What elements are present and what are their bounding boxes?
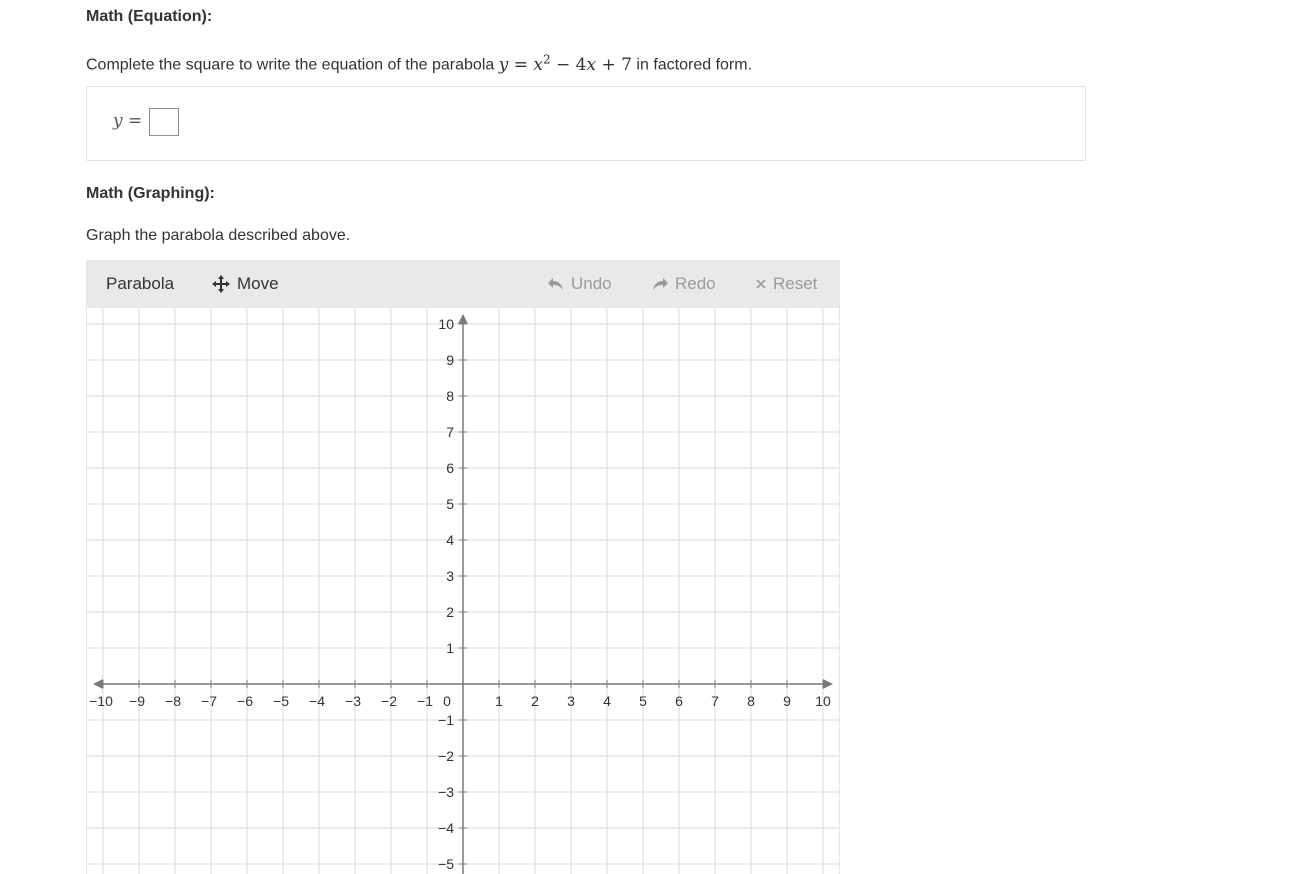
y-tick-label: 10: [438, 316, 454, 332]
x-tick-label: 7: [711, 693, 719, 709]
x-tick-label: −1: [417, 693, 433, 709]
y-tick-label: 1: [446, 640, 454, 656]
move-tool-button[interactable]: Move: [211, 274, 279, 294]
x-tick-label: 2: [531, 693, 539, 709]
x-tick-label: 6: [675, 693, 683, 709]
graph-toolbar: Parabola Move Undo Redo Reset: [87, 260, 839, 308]
redo-label: Redo: [675, 274, 716, 293]
y-tick-label: −2: [438, 748, 454, 764]
x-tick-label: 1: [495, 693, 503, 709]
x-tick-label: 0: [443, 693, 451, 709]
close-x-icon: [755, 278, 767, 290]
coordinate-plane[interactable]: −10 −9 −8 −7 −6 −5 −4 −3 −2 −1 0 1 2 3 4 5 6 7 8 9 101098765…: [87, 308, 839, 874]
graphing-widget: Parabola Move Undo Redo Reset −10 −9 −8 …: [86, 260, 840, 874]
move-tool-label: Move: [237, 274, 279, 293]
y-tick-label: 6: [446, 460, 454, 476]
x-tick-label: 8: [747, 693, 755, 709]
parabola-tool-label: Parabola: [106, 274, 175, 293]
undo-arrow-icon: [547, 277, 565, 291]
reset-button[interactable]: Reset: [755, 274, 817, 294]
y-tick-label: 8: [446, 388, 454, 404]
move-arrows-icon: [211, 274, 231, 294]
y-tick-label: −1: [438, 712, 454, 728]
x-tick-label: −5: [273, 693, 289, 709]
x-axis-right-arrow: [823, 679, 833, 689]
x-axis-left-arrow: [93, 679, 103, 689]
prompt-text-after: in factored form.: [631, 56, 753, 74]
answer-input[interactable]: [149, 108, 179, 136]
y-tick-label: 5: [446, 496, 454, 512]
y-tick-label: −3: [438, 784, 454, 800]
x-tick-label: −9: [129, 693, 145, 709]
equation-heading: Math (Equation):: [86, 8, 213, 25]
x-tick-label: −4: [309, 693, 325, 709]
y-tick-label: 3: [446, 568, 454, 584]
parabola-tool-button[interactable]: Parabola: [106, 274, 174, 294]
y-tick-label: −4: [438, 820, 454, 836]
x-tick-label: −10: [89, 693, 113, 709]
graphing-prompt: Graph the parabola described above.: [86, 227, 351, 244]
x-tick-label: 9: [783, 693, 791, 709]
parabola-expression: y = x2 − 4x + 7: [498, 52, 632, 75]
x-tick-label: −2: [381, 693, 397, 709]
graphing-heading: Math (Graphing):: [86, 185, 215, 202]
answer-label: y =: [113, 111, 143, 131]
y-tick-label: −5: [438, 856, 454, 872]
redo-button[interactable]: Redo: [651, 274, 716, 294]
undo-button[interactable]: Undo: [547, 274, 612, 294]
x-tick-label: 3: [567, 693, 575, 709]
x-tick-label: 5: [639, 693, 647, 709]
redo-arrow-icon: [651, 277, 669, 291]
y-axis-up-arrow: [458, 314, 468, 324]
y-tick-label: 2: [446, 604, 454, 620]
x-tick-label: 4: [603, 693, 611, 709]
x-tick-label: −8: [165, 693, 181, 709]
answer-box: y =: [86, 86, 1086, 161]
undo-label: Undo: [571, 274, 612, 293]
x-tick-label: 10: [815, 693, 831, 709]
x-tick-label: −3: [345, 693, 361, 709]
x-tick-label: −6: [237, 693, 253, 709]
equation-prompt: Complete the square to write the equatio…: [86, 52, 752, 75]
x-tick-label: −7: [201, 693, 217, 709]
y-tick-label: 7: [446, 424, 454, 440]
reset-label: Reset: [773, 274, 818, 293]
y-tick-label: 4: [446, 532, 454, 548]
y-tick-label: 9: [446, 352, 454, 368]
prompt-text-before: Complete the square to write the equatio…: [86, 56, 499, 74]
